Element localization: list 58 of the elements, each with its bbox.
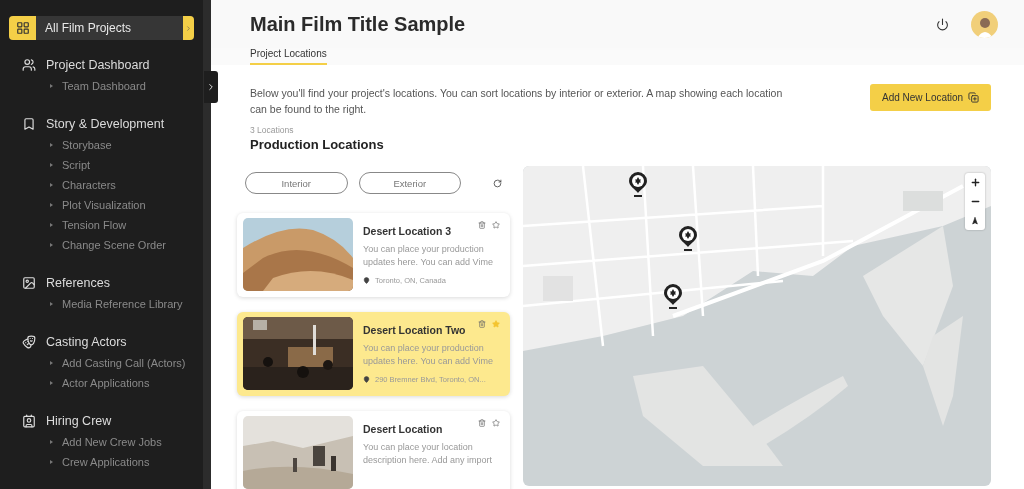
map-pin-icon[interactable] — [628, 171, 648, 198]
map-pin-icon[interactable] — [663, 283, 683, 310]
filter-button[interactable]: Exterior — [358, 172, 461, 194]
map-pin-icon — [363, 277, 370, 284]
map-pin-icon[interactable] — [678, 225, 698, 252]
sidebar-item[interactable]: Plot Visualization — [9, 195, 194, 215]
grid-icon — [15, 21, 30, 35]
sidebar-item[interactable]: Team Dashboard — [9, 76, 194, 96]
sidebar-item[interactable]: Media Reference Library — [9, 294, 194, 314]
users-icon — [22, 58, 36, 72]
refresh-icon[interactable] — [493, 178, 502, 188]
trash-icon[interactable] — [478, 221, 486, 229]
sidebar-item[interactable]: Storybase — [9, 135, 194, 155]
intro-text: Below you'll find your project's locations. You can sort locations by interior or exterior. A map showing each location can be found to the right. — [250, 86, 784, 117]
sidebar-item[interactable]: Crew Applications — [9, 452, 194, 472]
sidebar-item[interactable]: Tension Flow — [9, 215, 194, 235]
location-count: 3 Locations — [250, 125, 295, 135]
location-description: You can place your location description here. Add any import — [363, 441, 494, 467]
trash-icon[interactable] — [478, 419, 486, 427]
location-title: Desert Location Two — [363, 324, 467, 336]
image-icon — [22, 276, 36, 290]
sidebar-item[interactable]: Actor Applications — [9, 373, 194, 393]
trash-icon[interactable] — [478, 320, 486, 328]
location-description: You can place your production updates here. You can add Vime — [363, 243, 494, 269]
section-title: Production Locations — [250, 137, 385, 152]
collapse-sidebar-button[interactable] — [204, 71, 218, 103]
sidebar-section-link[interactable]: Casting Actors — [46, 335, 127, 349]
sidebar-section-link[interactable]: Hiring Crew — [46, 414, 112, 428]
sidebar-item[interactable]: Script — [9, 155, 194, 175]
location-description: You can place your production updates here. You can add Vime — [363, 342, 494, 368]
add-copy-icon — [968, 92, 979, 103]
filter-button[interactable]: Interior — [245, 172, 348, 194]
sidebar-section-link[interactable]: References — [46, 276, 110, 290]
chevron-right-icon — [185, 24, 192, 32]
contact-card-icon — [22, 414, 36, 428]
chevron-right-icon — [206, 82, 216, 92]
page-title: Main Film Title Sample — [250, 12, 467, 36]
north-arrow-icon — [971, 216, 979, 225]
sidebar-item[interactable]: Change Scene Order — [9, 235, 194, 255]
sidebar-section-link[interactable]: Story & Development — [46, 117, 165, 131]
avatar[interactable] — [971, 10, 998, 38]
add-location-button[interactable]: Add New Location — [870, 84, 991, 111]
all-projects-button[interactable]: All Film Projects — [9, 16, 194, 40]
location-card[interactable]: Desert Location You can place your location description here. Add any import — [237, 411, 510, 489]
star-icon[interactable] — [492, 221, 500, 229]
star-icon[interactable] — [492, 419, 500, 427]
sidebar-item[interactable]: Characters — [9, 175, 194, 195]
location-title: Desert Location — [363, 423, 444, 435]
power-icon[interactable] — [936, 17, 949, 31]
tab[interactable]: Project Locations — [250, 48, 327, 65]
sidebar-item[interactable]: Add New Crew Jobs — [9, 432, 194, 452]
masks-icon — [22, 335, 36, 349]
map-pin-icon — [363, 376, 370, 383]
location-title: Desert Location 3 — [363, 225, 453, 237]
sidebar-section-link[interactable]: Project Dashboard — [46, 58, 150, 72]
bookmark-icon — [22, 117, 36, 131]
plus-icon — [969, 177, 981, 188]
sidebar-item[interactable]: Add Casting Call (Actors) — [9, 353, 194, 373]
